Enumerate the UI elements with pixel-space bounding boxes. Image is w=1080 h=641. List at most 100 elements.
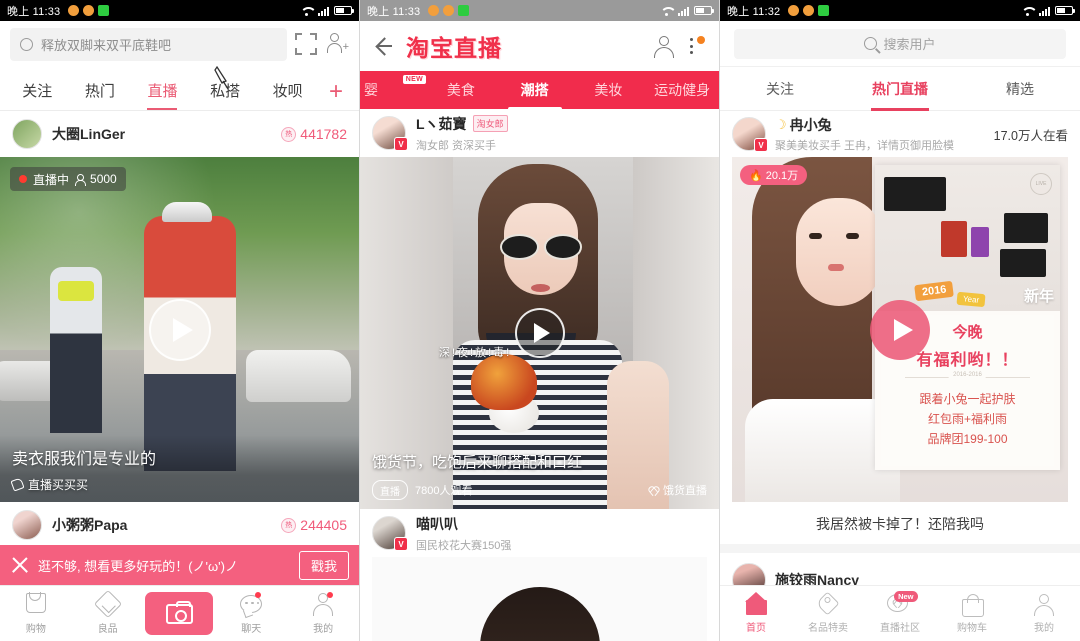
verified-badge-icon: V	[394, 537, 408, 551]
video-scene-mouth	[827, 263, 844, 271]
wifi-icon	[1021, 6, 1034, 16]
video-meta-row: 直播 7800人观看 饿货直播	[372, 480, 707, 500]
viewer-icon	[75, 173, 87, 186]
status-notification-icons	[428, 5, 470, 16]
tab-zhuangbei[interactable]: 妆呗	[256, 80, 319, 110]
avatar	[12, 119, 42, 149]
tab-zhibo[interactable]: 直播	[131, 80, 194, 110]
search-icon	[864, 37, 878, 50]
live-video-card-partial[interactable]	[360, 557, 719, 641]
tab-chaoda[interactable]: 潮搭	[498, 80, 572, 100]
feed-user-row[interactable]: 小粥粥Papa 热 244405	[0, 502, 359, 548]
hot-viewer-badge: 🔥 20.1万	[740, 165, 808, 185]
close-icon[interactable]	[10, 555, 30, 575]
back-arrow-icon[interactable]	[374, 36, 394, 56]
scan-icon[interactable]	[295, 33, 317, 55]
status-time: 晚上 11:32	[727, 5, 781, 18]
video-subtitle-row: 直播买买买	[10, 476, 347, 493]
tab-jingxuan[interactable]: 精选	[960, 67, 1080, 111]
avatar	[12, 510, 42, 540]
tab-yundongjianshen[interactable]: 运动健身	[645, 80, 719, 100]
heart-icon	[649, 485, 659, 495]
tab-meishi[interactable]: 美食	[424, 80, 498, 100]
new-badge: New	[894, 591, 918, 602]
live-video-card[interactable]: 直播中 5000 卖衣服我们是专业的 直播买买买	[0, 157, 359, 502]
orange-dot-icon	[788, 5, 800, 16]
nav-item-live-community[interactable]: New 直播社区	[864, 591, 936, 634]
tab-sida[interactable]: 私搭	[194, 80, 257, 110]
nav-item-brand-sale[interactable]: 名品特卖	[792, 591, 864, 634]
poster-rule-text: 2016-2016	[949, 372, 986, 378]
tab-meizhuang[interactable]: 美妆	[572, 80, 646, 100]
feed-user-row[interactable]: V 喵叭叭 国民校花大赛150强	[360, 509, 719, 557]
nav-label: 聊天	[241, 623, 262, 635]
diamond-icon	[93, 589, 122, 618]
tab-guanzhu[interactable]: 关注	[720, 67, 840, 111]
feed-user-row[interactable]: 大圈LinGer 热 441782	[0, 111, 359, 157]
viewer-count: 7800人观看	[415, 485, 473, 497]
poster-tag-year: Year	[956, 291, 986, 308]
nav-label: 良品	[97, 623, 118, 635]
status-bar-3: 晚上 11:32	[720, 0, 1080, 21]
nav-item-mine[interactable]: 我的	[287, 591, 359, 635]
live-feed-1: 大圈LinGer 热 441782 直播中 5000 卖衣服我们是专业的 直播买…	[0, 111, 359, 641]
tab-guanzhu[interactable]: 关注	[6, 80, 69, 110]
poster-new-year: 新年	[1023, 288, 1054, 305]
channel-label-row: 饿货直播	[649, 482, 707, 498]
more-vertical-icon[interactable]	[687, 35, 705, 57]
video-scene-car	[246, 350, 351, 403]
category-tabs-2: 婴 NEW 美食 潮搭 美妆 运动健身	[360, 71, 719, 109]
nav-item-camera[interactable]	[144, 592, 216, 635]
user-icon[interactable]	[653, 35, 675, 58]
poster-line-5: 品牌团199-100	[927, 432, 1008, 446]
wifi-icon	[660, 6, 673, 16]
nav-item-goods[interactable]: 良品	[72, 589, 144, 635]
live-community-icon: New	[886, 591, 918, 615]
feed-user-row[interactable]: V ☽ 冉小兔 聚美美妆买手 王冉，详情页御用脸模 17.0万人在看	[720, 111, 1080, 157]
status-right-icons	[660, 6, 714, 16]
camera-button[interactable]	[145, 592, 214, 635]
promo-banner[interactable]: 逛不够, 想看更多好玩的！(ノ'ω')ノ 戳我	[0, 545, 359, 585]
promo-button[interactable]: 戳我	[298, 550, 349, 580]
nav-item-mine[interactable]: 我的	[1008, 593, 1080, 634]
live-video-card[interactable]: 🔥 20.1万 2016 Year 新年 LIVE 今晚 有福利哟！！ 2016…	[732, 157, 1068, 502]
nav-item-home[interactable]: 首页	[720, 592, 792, 634]
status-notification-icons	[788, 5, 830, 16]
nav-item-cart[interactable]: 购物车	[936, 593, 1008, 634]
nav-item-shopping[interactable]: 购物	[0, 592, 72, 635]
battery-icon	[1055, 6, 1075, 15]
search-input[interactable]: 释放双脚来双平底鞋吧	[10, 27, 287, 61]
avatar: V	[732, 117, 768, 152]
search-input[interactable]: 搜索用户	[734, 28, 1066, 59]
price-tag-icon	[814, 591, 840, 616]
live-status-badge: 直播中 5000	[10, 167, 126, 191]
play-button[interactable]	[870, 299, 930, 360]
search-icon	[20, 37, 33, 51]
video-overlay-text: 深!夜!放!毒!	[438, 346, 512, 359]
play-button[interactable]	[148, 298, 211, 361]
tab-ying[interactable]: 婴 NEW	[360, 75, 426, 100]
category-tabs-1: 关注 热门 直播 私搭 妆呗 +	[0, 65, 359, 111]
home-icon	[744, 592, 769, 615]
feed-user-row[interactable]: V Lヽ茹寶 淘女郎 淘女郎 资深买手	[360, 109, 719, 157]
feed-username: 小粥粥Papa	[52, 517, 128, 533]
tab-remenzhibo[interactable]: 热门直播	[840, 67, 960, 111]
add-tab-button[interactable]: +	[319, 80, 353, 110]
tab-remen[interactable]: 热门	[69, 80, 132, 110]
feed-username-row: ☽ 冉小兔	[775, 115, 954, 135]
hot-count-value: 441782	[300, 126, 347, 142]
video-scene-eye	[809, 232, 823, 239]
wifi-icon	[300, 6, 313, 16]
live-video-card[interactable]: 深!夜!放!毒! 饿货节，吃饱后来聊搭配和口红 直播 7800人观看 饿货直播	[360, 157, 719, 509]
status-right-icons	[1021, 6, 1075, 16]
app-header-2: 淘宝直播	[360, 21, 719, 71]
play-button[interactable]	[514, 308, 565, 358]
signal-icon	[1039, 6, 1050, 16]
video-scene-cap	[161, 201, 212, 222]
video-title: 饿货节，吃饱后来聊搭配和口红	[372, 454, 583, 471]
orange-dot-icon	[443, 5, 455, 16]
poster-line-3: 跟着小兔一起护肤	[919, 392, 1016, 406]
add-user-icon[interactable]: +	[325, 32, 349, 56]
notification-dot	[697, 36, 705, 44]
nav-item-chat[interactable]: 聊天	[215, 591, 287, 635]
